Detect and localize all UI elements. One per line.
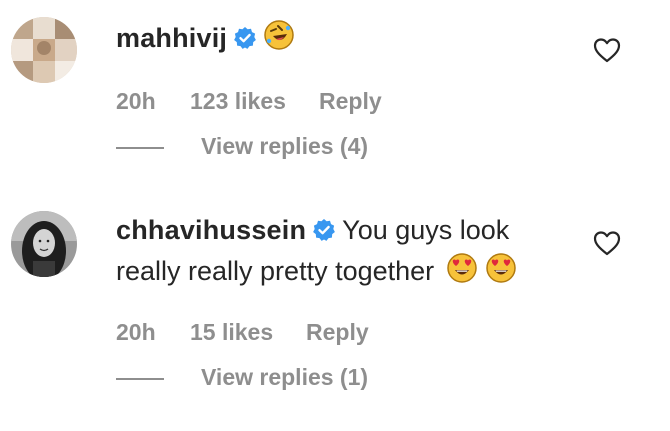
verified-badge-icon [312,215,336,251]
replies-divider [116,147,164,149]
avatar-image [11,211,77,277]
like-heart-icon[interactable] [593,230,621,256]
view-replies-label: View replies (4) [201,133,369,159]
comment-text-line: mahhivij [116,19,295,60]
heart-eyes-emoji [485,252,517,293]
comment-item: mahhivij 20h 123 likes Reply View replie… [0,0,670,200]
likes-count[interactable]: 123 likes [190,88,286,115]
username-link[interactable]: mahhivij [116,23,227,53]
comment-text-line: really really pretty together [116,252,517,293]
avatar[interactable] [11,17,77,83]
view-replies-label: View replies (1) [201,364,369,390]
avatar-image [11,17,77,83]
like-heart-icon[interactable] [593,37,621,63]
comment-item: chhavihussein You guys look really reall… [0,200,670,431]
comment-timestamp[interactable]: 20h [116,88,156,115]
reply-button[interactable]: Reply [306,319,369,346]
rolling-on-floor-laughing-emoji [263,19,295,60]
avatar[interactable] [11,211,77,277]
heart-eyes-emoji [446,252,478,293]
likes-count[interactable]: 15 likes [190,319,273,346]
comment-text-line: chhavihussein You guys look [116,212,509,251]
comment-body-line2: really really pretty together [116,256,435,286]
verified-badge-icon [233,23,257,59]
username-link[interactable]: chhavihussein [116,215,306,245]
reply-button[interactable]: Reply [319,88,382,115]
replies-divider [116,378,164,380]
comment-body-line1: You guys look [342,215,510,245]
comment-timestamp[interactable]: 20h [116,319,156,346]
